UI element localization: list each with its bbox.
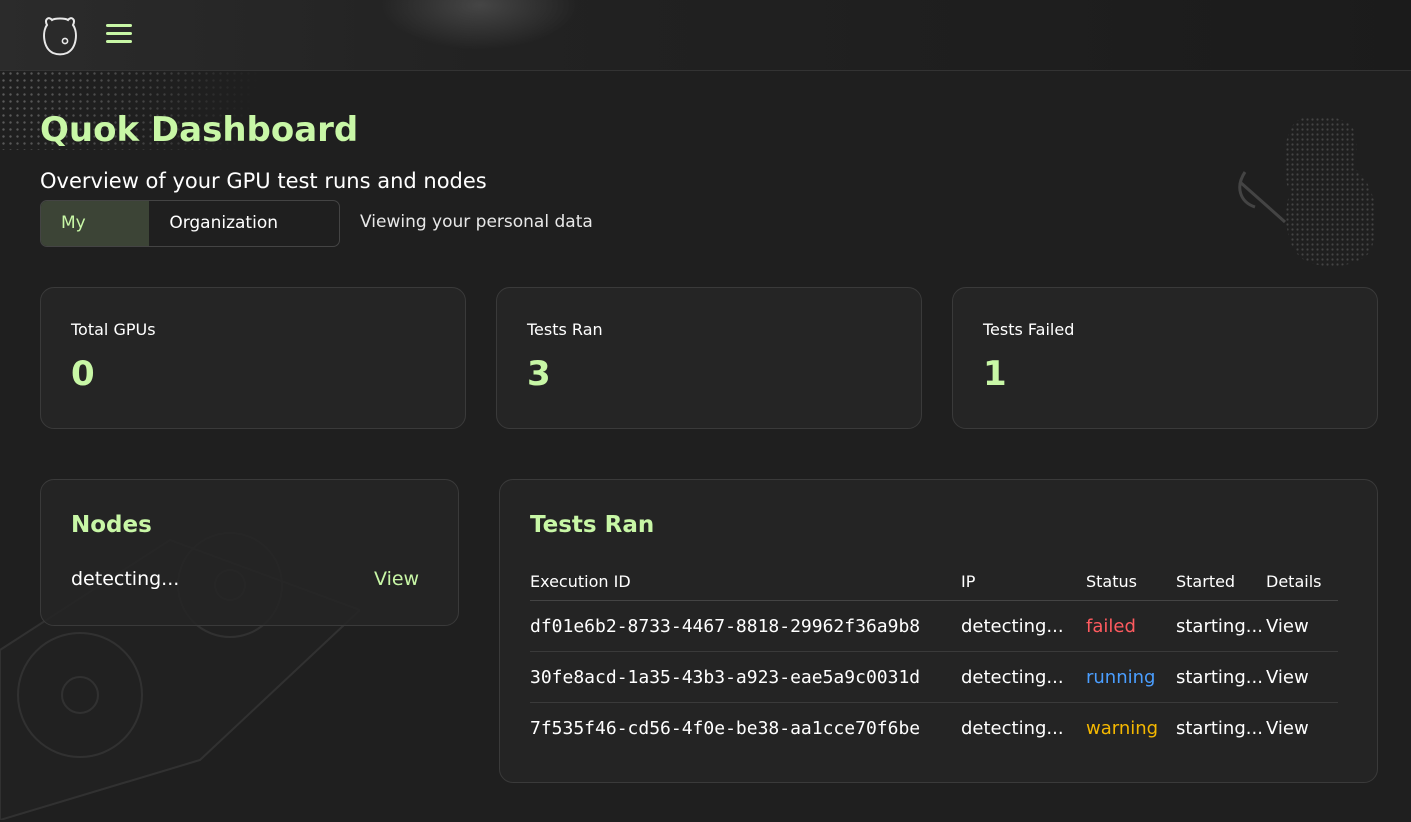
- details-view-link[interactable]: View: [1266, 651, 1338, 703]
- my-view-button[interactable]: My View: [41, 201, 150, 246]
- execution-id: 7f535f46-cd56-4f0e-be38-aa1cce70f6be: [530, 717, 921, 739]
- column-header-status: Status: [1086, 562, 1176, 601]
- details-view-link[interactable]: View: [1266, 703, 1338, 754]
- execution-id: df01e6b2-8733-4467-8818-29962f36a9b8: [530, 600, 961, 652]
- stat-label: Total GPUs: [71, 320, 156, 339]
- execution-id: 30fe8acd-1a35-43b3-a923-eae5a9c0031d: [530, 651, 961, 703]
- stat-value: 1: [983, 354, 1007, 394]
- menu-line: [106, 32, 132, 35]
- hamburger-menu-icon[interactable]: [106, 24, 132, 46]
- started-cell: starting...: [1176, 600, 1266, 652]
- organization-view-button[interactable]: Organization View: [149, 201, 339, 246]
- view-toggle: My View Organization View: [40, 200, 340, 247]
- stat-card-total-gpus: Total GPUs 0: [40, 287, 466, 429]
- column-header-details: Details: [1266, 562, 1338, 601]
- details-view-link[interactable]: View: [1266, 600, 1338, 652]
- table-header-row: Execution ID IP Status Started Details: [530, 562, 1338, 601]
- nodes-panel-title: Nodes: [71, 512, 152, 538]
- menu-line: [106, 40, 132, 43]
- column-header-ip: IP: [961, 562, 1086, 601]
- view-note: Viewing your personal data: [360, 212, 593, 232]
- status-cell: failed: [1086, 600, 1176, 652]
- stat-label: Tests Ran: [527, 320, 603, 339]
- started-cell: starting...: [1176, 717, 1263, 739]
- page-subtitle: Overview of your GPU test runs and nodes: [40, 169, 487, 193]
- table-row: 7f535f46-cd56-4f0e-be38-aa1cce70f6be det…: [530, 703, 1338, 754]
- tests-panel-title: Tests Ran: [530, 512, 655, 538]
- column-header-started: Started: [1176, 562, 1266, 601]
- table-row: 30fe8acd-1a35-43b3-a923-eae5a9c0031d det…: [530, 651, 1338, 703]
- stat-value: 0: [71, 354, 95, 394]
- ip-cell: detecting...: [961, 717, 1064, 739]
- column-header-execution-id: Execution ID: [530, 562, 961, 601]
- started-cell: starting...: [1176, 651, 1266, 703]
- quokka-mascot-icon: [1238, 116, 1377, 267]
- stat-card-tests-ran: Tests Ran 3: [496, 287, 922, 429]
- nodes-view-link[interactable]: View: [374, 568, 419, 590]
- stat-value: 3: [527, 354, 551, 394]
- page-title: Quok Dashboard: [40, 110, 359, 150]
- node-status: detecting...: [71, 568, 180, 590]
- nodes-panel: Nodes detecting... View: [40, 479, 459, 626]
- status-cell: warning: [1086, 717, 1159, 739]
- status-cell: running: [1086, 651, 1176, 703]
- menu-line: [106, 24, 132, 27]
- quokka-logo-icon[interactable]: [40, 14, 80, 56]
- stat-card-tests-failed: Tests Failed 1: [952, 287, 1378, 429]
- ip-cell: detecting...: [961, 600, 1086, 652]
- stat-label: Tests Failed: [983, 320, 1075, 339]
- header-glow: [380, 0, 580, 50]
- table-row: df01e6b2-8733-4467-8818-29962f36a9b8 det…: [530, 600, 1338, 652]
- top-bar: [0, 0, 1411, 71]
- ip-cell: detecting...: [961, 651, 1086, 703]
- tests-ran-panel: Tests Ran Execution ID IP Status Started…: [499, 479, 1378, 783]
- tests-table: Execution ID IP Status Started Details d…: [530, 562, 1338, 753]
